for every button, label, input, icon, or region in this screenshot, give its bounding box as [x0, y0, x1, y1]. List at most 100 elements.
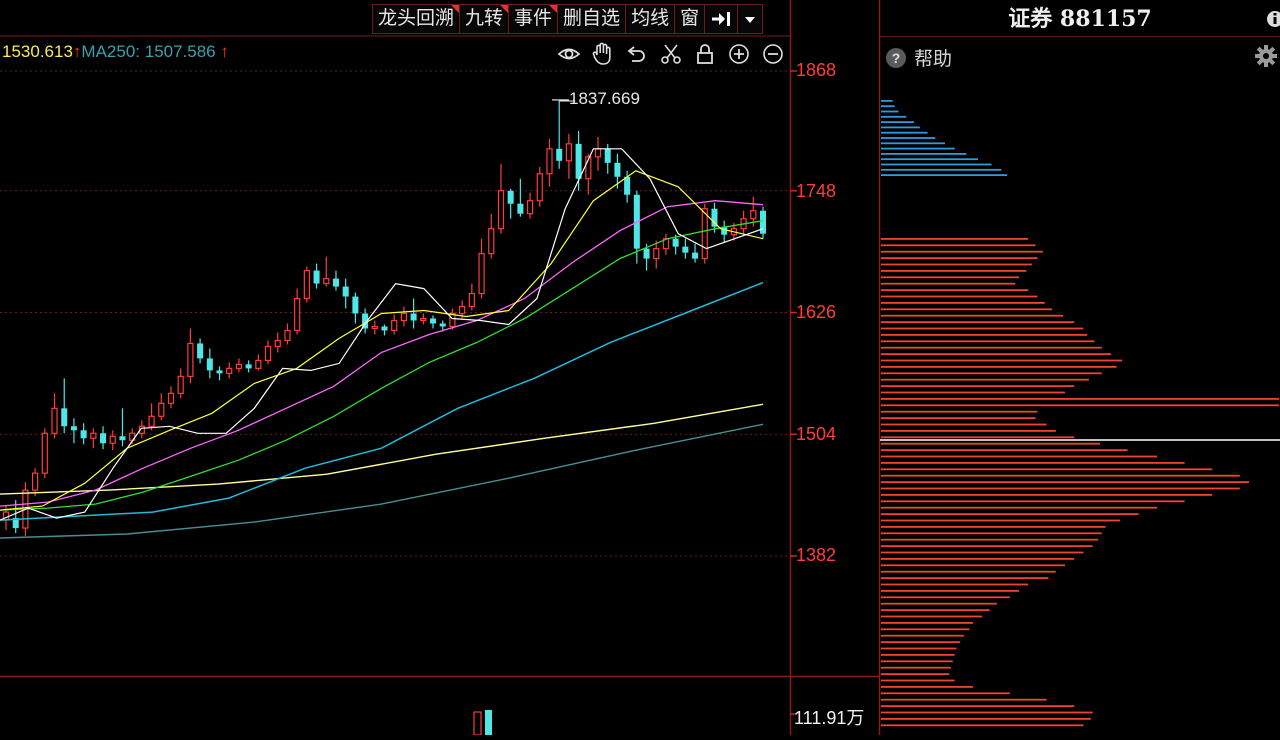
tb-remove-watchlist-button[interactable]: 删自选 — [557, 4, 626, 34]
profile-bar-red — [881, 257, 1038, 259]
candle-up — [526, 200, 534, 215]
profile-bar-red — [881, 494, 1213, 496]
candle-down — [556, 148, 563, 161]
profile-bar-blue — [881, 174, 1008, 176]
profile-bar-red — [881, 583, 1029, 586]
profile-bar-red — [881, 666, 951, 669]
scissors-icon[interactable] — [658, 42, 684, 66]
profile-bar-red — [881, 474, 1240, 477]
eye-icon[interactable] — [556, 42, 582, 66]
candle-up — [294, 297, 301, 332]
profile-bar-red — [881, 692, 1010, 695]
help-button[interactable]: ? 帮助 — [886, 44, 952, 71]
profile-bar-red — [881, 346, 1102, 349]
profile-bar-red — [881, 449, 1128, 451]
profile-bar-red — [881, 238, 1029, 240]
profile-bar-red — [881, 590, 1019, 592]
volume-bar — [485, 710, 492, 735]
candle-down — [672, 238, 679, 247]
candle-up — [235, 363, 243, 369]
help-label: 帮助 — [914, 49, 953, 70]
profile-bar-red — [881, 372, 1102, 375]
pin-right-icon — [712, 11, 731, 26]
candle-up — [148, 415, 155, 427]
candle-down — [624, 176, 631, 195]
chevron-down-icon — [745, 16, 756, 23]
top-toolbar: 龙头回溯 九转 事件 删自选 均线 窗 — [372, 4, 764, 34]
volume-bar — [473, 711, 482, 736]
profile-bar-blue — [881, 121, 914, 123]
tb-jiuzhuan-button[interactable]: 九转 — [459, 4, 509, 34]
ma-legend: 1530.613↑MA250: 1507.586 ↑ — [2, 42, 229, 62]
lock-icon[interactable] — [692, 42, 718, 66]
profile-bar-red — [881, 487, 1240, 490]
ma-line-ma10 — [0, 170, 764, 511]
profile-bar-blue — [881, 153, 967, 155]
profile-bar-red — [881, 263, 1032, 266]
zoom-in-icon[interactable] — [726, 42, 752, 66]
profile-bar-red — [881, 519, 1121, 522]
profile-bar-red — [881, 430, 1056, 432]
candle-up — [187, 342, 194, 377]
candle-up — [51, 407, 58, 434]
candle-up — [536, 173, 543, 202]
info-icon[interactable] — [1266, 10, 1280, 28]
profile-bar-red — [881, 385, 1075, 387]
candlestick-chart[interactable] — [0, 0, 1280, 736]
candle-down — [100, 433, 107, 444]
candle-up — [478, 253, 485, 295]
candle-up — [497, 190, 505, 230]
profile-bar-red — [881, 526, 1106, 528]
tb-ma-button[interactable]: 均线 — [625, 4, 675, 34]
profile-bar-red — [881, 340, 1095, 343]
candle-up — [488, 228, 495, 255]
profile-bar-red — [881, 647, 957, 650]
profile-bar-red — [881, 359, 1123, 362]
zoom-out-icon[interactable] — [760, 42, 786, 66]
candle-down — [80, 430, 87, 439]
profile-bar-red — [881, 308, 1053, 311]
tb-longtou-button[interactable]: 龙头回溯 — [372, 4, 460, 34]
candle-up — [323, 277, 330, 285]
candle-down — [197, 343, 204, 359]
candle-down — [430, 318, 437, 324]
profile-bar-red — [881, 673, 950, 675]
candle-up — [594, 148, 602, 158]
candle-up — [41, 432, 48, 474]
hand-icon[interactable] — [590, 42, 616, 66]
candle-down — [614, 162, 621, 177]
candle-down — [517, 203, 524, 214]
candle-down — [216, 370, 223, 374]
profile-bar-red — [881, 436, 1075, 439]
y-tick-label: 1626 — [796, 302, 837, 322]
profile-bar-red — [881, 513, 1139, 515]
candle-down — [313, 270, 320, 284]
profile-bar-red — [881, 391, 1065, 394]
candle-down — [119, 436, 126, 441]
undo-icon[interactable] — [624, 42, 650, 66]
profile-bar-red — [881, 276, 1019, 279]
profile-bar-red — [881, 334, 1088, 336]
profile-bar-red — [881, 705, 1075, 707]
tb-event-button[interactable]: 事件 — [508, 4, 558, 34]
candle-down — [575, 143, 582, 179]
profile-bar-blue — [881, 110, 899, 113]
profile-bar-red — [881, 698, 1047, 701]
profile-bar-blue — [881, 158, 978, 161]
chart-stage — [0, 0, 1280, 736]
candle-up — [468, 292, 475, 308]
gear-icon[interactable] — [1254, 44, 1278, 68]
profile-bar-red — [881, 327, 1084, 330]
profile-bar-red — [881, 244, 1036, 247]
tb-more-dropdown[interactable] — [737, 4, 764, 34]
profile-bar-red — [881, 602, 997, 605]
candle-up — [158, 402, 165, 417]
tb-window-button[interactable]: 窗 — [674, 4, 705, 34]
profile-bar-red — [881, 609, 990, 611]
new-flag-icon — [500, 5, 509, 13]
profile-bar-red — [881, 711, 1093, 714]
profile-bar-red — [881, 314, 1064, 317]
candle-down — [439, 323, 446, 327]
candle-down — [70, 426, 77, 431]
tb-pin-button[interactable] — [704, 4, 738, 34]
